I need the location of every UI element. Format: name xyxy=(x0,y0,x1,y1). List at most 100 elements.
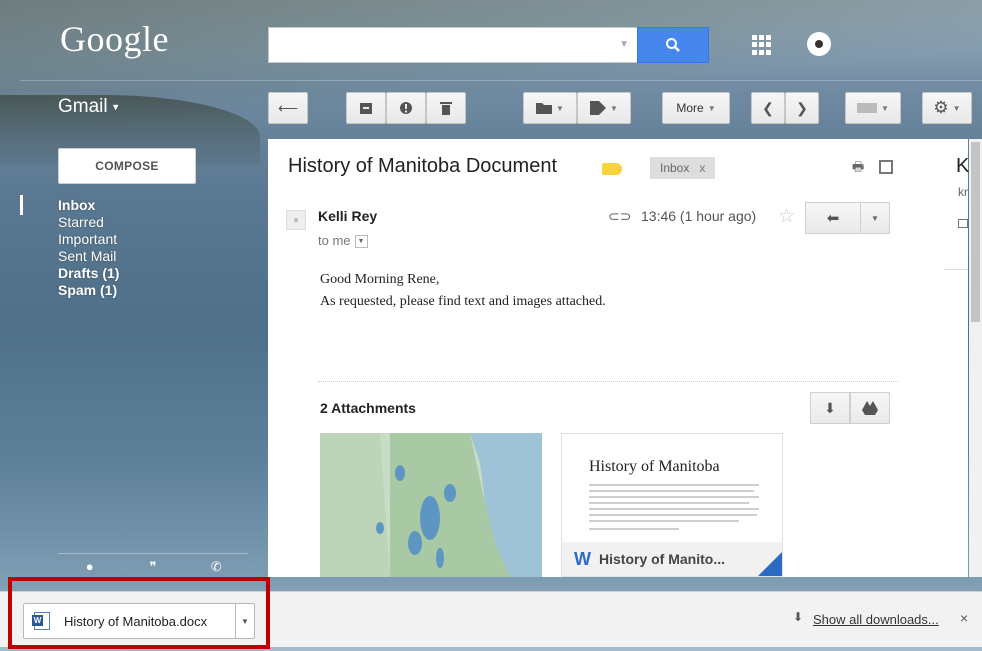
sender-card-divider xyxy=(944,269,968,270)
back-arrow-icon: ⟵ xyxy=(277,99,299,116)
message-view: History of Manitoba Document Inbox x 🖶 K … xyxy=(268,139,970,577)
reply-arrow-icon: ⬅ xyxy=(826,210,840,227)
more-actions-button[interactable]: More ▼ xyxy=(662,92,730,124)
doc-preview-line xyxy=(589,496,759,498)
newer-button[interactable]: ❮ xyxy=(751,92,785,124)
chevron-down-icon: ▼ xyxy=(556,103,564,113)
download-all-button[interactable]: ⬇ xyxy=(810,392,850,424)
doc-preview-line xyxy=(589,490,754,492)
print-icon[interactable]: 🖶 xyxy=(852,160,866,174)
archive-button[interactable] xyxy=(346,92,386,124)
settings-button[interactable]: ⚙ ▼ xyxy=(922,92,972,124)
folder-icon xyxy=(536,103,553,114)
email-envelope-icon[interactable] xyxy=(958,219,968,228)
back-to-inbox-button[interactable]: ⟵ xyxy=(268,92,308,124)
trash-icon xyxy=(440,102,452,115)
hangouts-bar: ● ❞ ✆ xyxy=(58,553,248,579)
message-more-button[interactable]: ▼ xyxy=(860,202,890,234)
label-chip-text: Inbox xyxy=(660,161,690,175)
sidebar-item-starred[interactable]: Starred xyxy=(58,214,119,231)
hangouts-chat-icon[interactable]: ❞ xyxy=(143,557,163,577)
recipients-text: to me xyxy=(318,233,351,248)
attachments-title: 2 Attachments xyxy=(320,400,416,416)
sender-name[interactable]: Kelli Rey xyxy=(318,208,377,224)
word-doc-icon: W xyxy=(574,548,591,569)
sidebar-item-important[interactable]: Important xyxy=(58,231,119,248)
delete-button[interactable] xyxy=(426,92,466,124)
recipients-line: to me ▼ xyxy=(318,233,368,249)
importance-marker-icon[interactable] xyxy=(602,163,622,175)
sidebar-item-sent-mail[interactable]: Sent Mail xyxy=(58,248,119,265)
save-to-drive-button[interactable] xyxy=(850,392,890,424)
chevron-down-icon: ▾ xyxy=(112,101,119,114)
report-spam-icon xyxy=(400,102,412,114)
star-icon[interactable]: ☆ xyxy=(778,205,795,228)
body-line: As requested, please find text and image… xyxy=(320,294,606,309)
scrollbar-thumb[interactable] xyxy=(971,142,980,322)
chevron-down-icon: ▼ xyxy=(610,103,618,113)
input-tools-button[interactable]: ▼ xyxy=(845,92,901,124)
doc-preview-line xyxy=(589,508,759,510)
chevron-down-icon: ▼ xyxy=(871,213,879,223)
header-divider xyxy=(20,80,982,81)
doc-preview-line xyxy=(589,514,757,516)
chevron-left-icon: ❮ xyxy=(762,99,774,116)
keyboard-icon xyxy=(857,103,878,113)
message-subject: History of Manitoba Document xyxy=(288,155,558,177)
older-button[interactable]: ❯ xyxy=(785,92,819,124)
chevron-right-icon: ❯ xyxy=(796,99,808,116)
archive-icon xyxy=(360,103,372,114)
reply-button[interactable]: ⬅ xyxy=(805,202,861,234)
account-avatar-icon[interactable] xyxy=(807,32,831,56)
doc-preview-title: History of Manitoba xyxy=(589,458,720,475)
gear-icon: ⚙ xyxy=(933,98,949,117)
manitoba-map-image xyxy=(320,433,542,577)
attachment-file-name: History of Manito... xyxy=(599,551,725,567)
doc-attachment-footer: W History of Manito... xyxy=(562,542,782,576)
move-to-button[interactable]: ▼ xyxy=(523,92,577,124)
gmail-app-switcher[interactable]: Gmail ▾ xyxy=(58,96,118,118)
folder-list: Inbox Starred Important Sent Mail Drafts… xyxy=(58,197,119,299)
new-window-icon[interactable] xyxy=(879,160,893,174)
close-download-bar-icon[interactable]: × xyxy=(960,610,968,626)
download-arrow-icon: ⬇ xyxy=(824,399,836,416)
search-button[interactable] xyxy=(637,27,709,63)
attachment-map-thumbnail[interactable] xyxy=(320,433,542,577)
label-tag-icon xyxy=(590,101,607,115)
doc-preview-line xyxy=(589,502,749,504)
message-timestamp: 13:46 (1 hour ago) xyxy=(641,208,757,224)
remove-label-icon[interactable]: x xyxy=(699,161,705,175)
paperclip-icon: ⊂⊃ xyxy=(608,208,632,224)
google-logo[interactable]: Google xyxy=(60,18,169,60)
show-all-downloads-link[interactable]: Show all downloads... xyxy=(813,612,939,627)
doc-preview-line xyxy=(589,528,679,530)
gmail-label: Gmail xyxy=(58,96,108,117)
labels-button[interactable]: ▼ xyxy=(577,92,631,124)
compose-button[interactable]: COMPOSE xyxy=(58,148,196,184)
download-arrow-icon: ⬇ xyxy=(793,610,804,624)
sender-card-email: kr xyxy=(958,185,968,199)
sidebar-item-drafts[interactable]: Drafts (1) xyxy=(58,265,119,282)
label-chip-inbox[interactable]: Inbox x xyxy=(650,157,716,179)
phone-icon[interactable]: ✆ xyxy=(206,557,226,577)
more-label: More xyxy=(676,101,704,115)
doc-preview-line xyxy=(589,520,739,522)
nav-active-indicator xyxy=(20,195,23,215)
sender-avatar[interactable]: ● xyxy=(286,210,306,230)
annotation-highlight-box xyxy=(8,577,270,649)
contacts-person-icon[interactable]: ● xyxy=(80,557,100,577)
chevron-down-icon: ▼ xyxy=(881,103,889,113)
show-details-icon[interactable]: ▼ xyxy=(354,235,368,249)
doc-corner-fold xyxy=(758,552,782,576)
sender-card-initial: K xyxy=(956,155,970,177)
search-options-caret-icon[interactable]: ▼ xyxy=(619,39,629,50)
search-input[interactable]: ▼ xyxy=(268,27,638,63)
chevron-down-icon: ▼ xyxy=(707,103,716,113)
attachment-doc-thumbnail[interactable]: History of Manitoba W History of Manito.… xyxy=(561,433,783,577)
report-spam-button[interactable] xyxy=(386,92,426,124)
chevron-down-icon: ▼ xyxy=(952,103,961,113)
drive-icon xyxy=(862,401,878,415)
sidebar-item-spam[interactable]: Spam (1) xyxy=(58,282,119,299)
sidebar-item-inbox[interactable]: Inbox xyxy=(58,197,119,214)
apps-grid-icon[interactable] xyxy=(752,35,772,55)
